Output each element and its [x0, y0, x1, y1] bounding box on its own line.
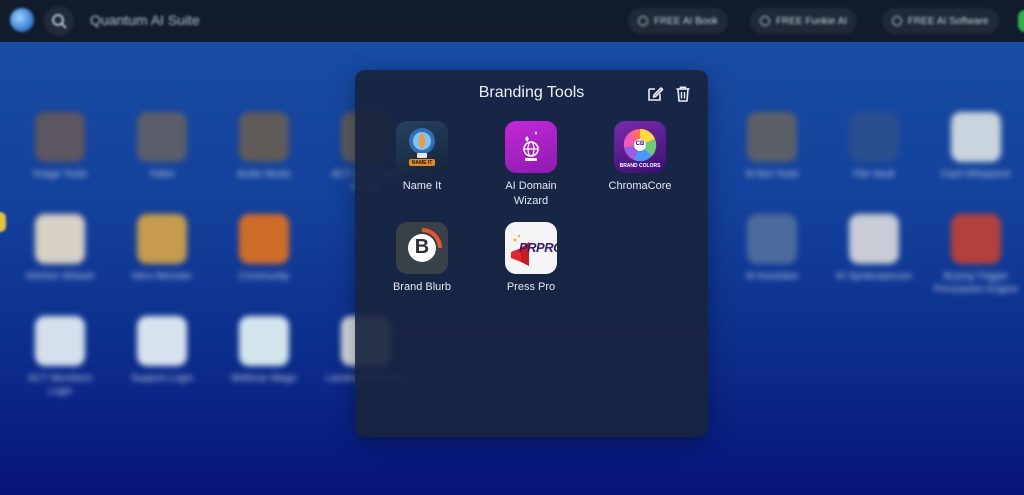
- app-tile[interactable]: AI Spokesperson: [829, 214, 919, 283]
- app-tile-ai-domain-wizard[interactable]: AI Domain Wizard: [476, 121, 586, 209]
- free-ai-software-button[interactable]: FREE AI Software: [882, 8, 999, 34]
- free-ai-book-button[interactable]: FREE AI Book: [628, 8, 728, 34]
- app-icon: [849, 112, 899, 162]
- app-tile[interactable]: Webinar Magic: [219, 316, 309, 385]
- app-tile[interactable]: AI Bot Tools: [727, 112, 817, 181]
- gear-icon: [760, 16, 770, 26]
- app-tile[interactable]: Community: [219, 214, 309, 283]
- gear-icon: [638, 16, 648, 26]
- app-tile-chromacore[interactable]: CB BRAND COLORS ChromaCore: [585, 121, 695, 194]
- app-tile[interactable]: ACT Members Login: [15, 316, 105, 398]
- app-icon: [849, 214, 899, 264]
- brand-blurb-letter: B: [414, 236, 430, 258]
- trash-icon: [676, 86, 690, 102]
- search-icon: [52, 14, 67, 29]
- branding-tools-folder: Branding Tools NAME IT Name It AI Domain…: [355, 70, 708, 437]
- app-label: Name It: [402, 180, 442, 192]
- app-icon: [747, 112, 797, 162]
- app-logo-icon[interactable]: [10, 8, 34, 32]
- search-button[interactable]: [44, 6, 74, 36]
- name-it-caption: NAME IT: [411, 160, 433, 166]
- globe-icon: [505, 121, 557, 173]
- app-icon: [239, 112, 289, 162]
- gear-icon: [892, 16, 902, 26]
- app-label: AI Domain Wizard: [505, 180, 557, 207]
- delete-folder-button[interactable]: [673, 84, 693, 104]
- app-label: Press Pro: [506, 281, 556, 293]
- name-it-icon: NAME IT: [396, 121, 448, 173]
- app-icon: [35, 316, 85, 366]
- app-label: Brand Blurb: [392, 281, 452, 293]
- chroma-badge: CB: [635, 141, 645, 147]
- app-tile[interactable]: Kitchen Wizard: [15, 214, 105, 283]
- app-tile[interactable]: Audio Music: [219, 112, 309, 181]
- app-tile[interactable]: Video: [117, 112, 207, 181]
- app-icon: [35, 214, 85, 264]
- app-tile[interactable]: Hero Monster: [117, 214, 207, 283]
- app-tile[interactable]: Image Tools: [15, 112, 105, 181]
- app-tile[interactable]: AI Assistant: [727, 214, 817, 283]
- app-tile[interactable]: Support Login: [117, 316, 207, 385]
- app-icon: [239, 214, 289, 264]
- edit-folder-button[interactable]: [645, 84, 665, 104]
- app-tile-press-pro[interactable]: PRPRO Press Pro: [476, 222, 586, 295]
- app-icon: [747, 214, 797, 264]
- app-icon: [137, 112, 187, 162]
- app-icon: [951, 214, 1001, 264]
- app-icon: [137, 214, 187, 264]
- free-funkie-ai-button[interactable]: FREE Funkie AI: [750, 8, 858, 34]
- edit-icon: [648, 87, 664, 101]
- status-indicator[interactable]: [1018, 10, 1024, 32]
- top-bar: Quantum AI Suite FREE AI Book FREE Funki…: [0, 0, 1024, 42]
- app-title: Quantum AI Suite: [90, 12, 200, 28]
- app-icon: [951, 112, 1001, 162]
- app-icon: [35, 112, 85, 162]
- press-pro-wordmark: PRPRO: [519, 240, 557, 255]
- brand-blurb-icon: B: [396, 222, 448, 274]
- app-icon: [239, 316, 289, 366]
- app-icon: [137, 316, 187, 366]
- app-tile-brand-blurb[interactable]: B Brand Blurb: [367, 222, 477, 295]
- app-tile[interactable]: Card Whisperer: [931, 112, 1021, 181]
- color-wheel-icon: CB BRAND COLORS: [614, 121, 666, 173]
- app-tile[interactable]: File Vault: [829, 112, 919, 181]
- app-label: ChromaCore: [608, 180, 672, 192]
- megaphone-icon: PRPRO: [505, 222, 557, 274]
- app-tile[interactable]: Buying Trigger Persuasion Engine: [931, 214, 1021, 296]
- app-tile-name-it[interactable]: NAME IT Name It: [367, 121, 477, 194]
- chroma-caption: BRAND COLORS: [619, 163, 661, 169]
